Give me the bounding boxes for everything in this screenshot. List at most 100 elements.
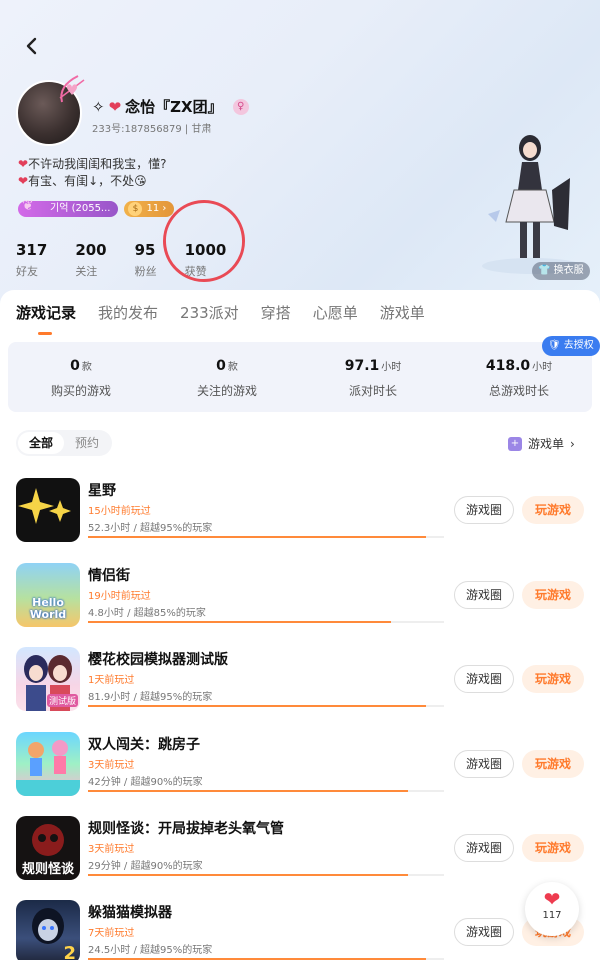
play-game-button[interactable]: 玩游戏 bbox=[522, 750, 584, 778]
game-progress-bar bbox=[88, 874, 444, 876]
heart-icon: ❤ bbox=[108, 97, 122, 116]
game-row[interactable]: 星野 15小时前玩过 52.3小时 / 超越95%的玩家 游戏圈 玩游戏 bbox=[16, 478, 596, 558]
game-circle-button[interactable]: 游戏圈 bbox=[454, 834, 514, 862]
game-thumbnail[interactable]: 测试版 bbox=[16, 647, 80, 711]
summary-label: 购买的游戏 bbox=[50, 384, 111, 398]
chevron-right-icon: › bbox=[570, 436, 575, 451]
filter-reserved[interactable]: 预约 bbox=[64, 432, 110, 454]
tab-233-party[interactable]: 233派对 bbox=[180, 302, 239, 323]
heart-icon: ❤ bbox=[18, 157, 29, 171]
wings-icon: ❦ bbox=[22, 198, 34, 214]
play-game-button[interactable]: 玩游戏 bbox=[522, 581, 584, 609]
coin-tag-label: 11 bbox=[146, 203, 160, 214]
user-location: 甘肃 bbox=[191, 124, 212, 135]
tab-game-lists[interactable]: 游戏单 bbox=[380, 302, 425, 323]
summary-unit: 款 bbox=[227, 362, 238, 373]
relationship-tag[interactable]: ❦ 기억 (2055... bbox=[18, 198, 119, 217]
summary-value: 0 bbox=[216, 358, 226, 374]
game-title: 双人闯关：跳房子 bbox=[88, 737, 200, 753]
summary-label: 派对时长 bbox=[348, 384, 397, 398]
summary-unit: 款 bbox=[81, 362, 92, 373]
game-circle-button[interactable]: 游戏圈 bbox=[454, 918, 514, 946]
game-row[interactable]: 双人闯关：跳房子 3天前玩过 42分钟 / 超越90%的玩家 游戏圈 玩游戏 bbox=[16, 732, 596, 812]
game-title: 星野 bbox=[88, 483, 116, 499]
game-row[interactable]: 2 躲猫猫模拟器 7天前玩过 24.5小时 / 超越95%的玩家 游戏圈 玩游戏 bbox=[16, 900, 596, 960]
game-last-played: 3天前玩过 bbox=[88, 844, 135, 855]
game-circle-button[interactable]: 游戏圈 bbox=[454, 750, 514, 778]
play-game-button[interactable]: 玩游戏 bbox=[522, 834, 584, 862]
coin-tag[interactable]: $ 11 › bbox=[124, 201, 175, 217]
username-row: ✧ ❤ 念怡『ZX团』 ♀ bbox=[92, 96, 249, 117]
game-circle-button[interactable]: 游戏圈 bbox=[454, 496, 514, 524]
game-thumbnail[interactable] bbox=[16, 732, 80, 796]
sparkle-stars-icon bbox=[18, 488, 71, 524]
coin-icon: $ bbox=[128, 202, 143, 216]
user-id-row: 233号:187856879 | 甘肃 bbox=[92, 120, 211, 135]
chevron-left-icon bbox=[26, 37, 37, 55]
floating-like-button[interactable]: ❤ 117 bbox=[525, 882, 579, 936]
game-playtime: 29分钟 / 超越90%的玩家 bbox=[88, 861, 203, 872]
summary-label: 总游戏时长 bbox=[488, 384, 549, 398]
change-outfit-label: 换衣服 bbox=[553, 265, 584, 276]
content-panel: 游戏记录 我的发布 233派对 穿搭 心愿单 游戏单 0款 购买的游戏 0款 关… bbox=[0, 290, 600, 960]
authorize-button[interactable]: 🛡 去授权 bbox=[542, 336, 600, 356]
game-title: 规则怪谈：开局拔掉老头氧气管 bbox=[88, 821, 284, 837]
game-list-link-label: 游戏单 bbox=[528, 437, 565, 451]
stat-following[interactable]: 200 关注 bbox=[75, 241, 106, 279]
game-last-played: 19小时前玩过 bbox=[88, 591, 151, 602]
bio: ❤不许动我闺闺和我宝，懂? ❤有宝、有闺↓，不处😘 bbox=[18, 156, 166, 190]
cupid-bow-decoration-icon bbox=[59, 75, 85, 103]
gender-badge-icon: ♀ bbox=[232, 98, 249, 115]
game-playtime: 4.8小时 / 超越85%的玩家 bbox=[88, 608, 206, 619]
stat-friends[interactable]: 317 好友 bbox=[16, 241, 47, 279]
smile-emoji-icon: 😘 bbox=[134, 174, 147, 188]
tab-wishlist[interactable]: 心愿单 bbox=[313, 302, 358, 323]
stat-value: 200 bbox=[75, 241, 107, 259]
stat-fans[interactable]: 95 粉丝 bbox=[135, 241, 157, 279]
tab-outfits[interactable]: 穿搭 bbox=[261, 302, 291, 323]
game-title: 躲猫猫模拟器 bbox=[88, 905, 172, 921]
stat-label: 好友 bbox=[16, 265, 38, 278]
filter-all[interactable]: 全部 bbox=[18, 432, 65, 454]
running-characters-art bbox=[16, 740, 80, 796]
stat-label: 粉丝 bbox=[134, 265, 157, 278]
user-id: 233号:187856879 bbox=[92, 124, 182, 135]
game-row[interactable]: Hello World 情侣街 19小时前玩过 4.8小时 / 超越85%的玩家… bbox=[16, 563, 596, 643]
summary-value: 0 bbox=[70, 358, 80, 374]
game-list-link[interactable]: + 游戏单 › bbox=[508, 435, 575, 452]
game-playtime: 24.5小时 / 超越95%的玩家 bbox=[88, 945, 213, 956]
game-last-played: 3天前玩过 bbox=[88, 760, 135, 771]
chevron-right-icon: › bbox=[162, 203, 167, 214]
game-progress-bar bbox=[88, 621, 444, 623]
play-game-button[interactable]: 玩游戏 bbox=[522, 665, 584, 693]
game-row[interactable]: 测试版 樱花校园模拟器测试版 1天前玩过 81.9小时 / 超越95%的玩家 游… bbox=[16, 647, 596, 727]
game-thumbnail[interactable]: 规则怪谈 bbox=[16, 816, 80, 880]
change-outfit-button[interactable]: 👕 换衣服 bbox=[532, 262, 590, 280]
username: 念怡『ZX团』 bbox=[125, 98, 223, 116]
game-circle-button[interactable]: 游戏圈 bbox=[454, 581, 514, 609]
summary-purchased: 0款 购买的游戏 bbox=[8, 342, 154, 412]
stat-value: 317 bbox=[16, 241, 48, 259]
game-progress-fill bbox=[88, 536, 427, 538]
filter-toggle: 全部 预约 bbox=[16, 430, 113, 456]
game-row[interactable]: 规则怪谈 规则怪谈：开局拔掉老头氧气管 3天前玩过 29分钟 / 超越90%的玩… bbox=[16, 816, 596, 896]
game-thumbnail[interactable]: Hello World bbox=[16, 563, 80, 627]
name-prefix: ✧ bbox=[92, 97, 105, 116]
game-last-played: 7天前玩过 bbox=[88, 928, 135, 939]
game-circle-button[interactable]: 游戏圈 bbox=[454, 665, 514, 693]
shield-icon: 🛡 bbox=[548, 340, 561, 351]
summary-unit: 小时 bbox=[532, 362, 553, 373]
game-last-played: 1天前玩过 bbox=[88, 675, 135, 686]
game-thumbnail[interactable]: 2 bbox=[16, 900, 80, 960]
tab-game-record[interactable]: 游戏记录 bbox=[16, 302, 76, 335]
thumbnail-title-text: 规则怪谈 bbox=[21, 862, 74, 877]
play-game-button[interactable]: 玩游戏 bbox=[522, 496, 584, 524]
back-button[interactable] bbox=[20, 34, 44, 58]
game-progress-fill bbox=[88, 874, 409, 876]
game-thumbnail[interactable] bbox=[16, 478, 80, 542]
game-progress-bar bbox=[88, 536, 444, 538]
tab-my-posts[interactable]: 我的发布 bbox=[98, 302, 158, 323]
like-count: 117 bbox=[542, 910, 562, 921]
heart-icon: ❤ bbox=[543, 887, 561, 911]
summary-value: 418.0 bbox=[485, 358, 531, 374]
